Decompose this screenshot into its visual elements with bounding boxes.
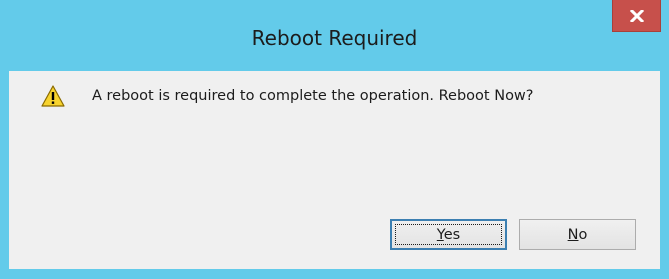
no-button-label: No xyxy=(568,227,588,243)
no-label-rest: o xyxy=(578,226,588,243)
dialog-client-area: A reboot is required to complete the ope… xyxy=(9,71,660,269)
close-button[interactable] xyxy=(612,0,661,32)
message-area: A reboot is required to complete the ope… xyxy=(9,71,660,189)
close-icon xyxy=(629,9,644,22)
yes-mnemonic: Y xyxy=(436,226,444,243)
title-bar[interactable]: Reboot Required xyxy=(0,0,669,71)
warning-icon xyxy=(41,85,65,107)
dialog-window: Reboot Required A reboot is required to … xyxy=(0,0,669,279)
no-mnemonic: N xyxy=(567,226,579,243)
no-button[interactable]: No xyxy=(519,219,636,250)
yes-label-rest: es xyxy=(443,226,461,243)
yes-button[interactable]: Yes xyxy=(390,219,507,250)
message-text: A reboot is required to complete the ope… xyxy=(92,88,534,104)
window-title: Reboot Required xyxy=(251,26,418,50)
yes-button-label: Yes xyxy=(437,227,460,243)
